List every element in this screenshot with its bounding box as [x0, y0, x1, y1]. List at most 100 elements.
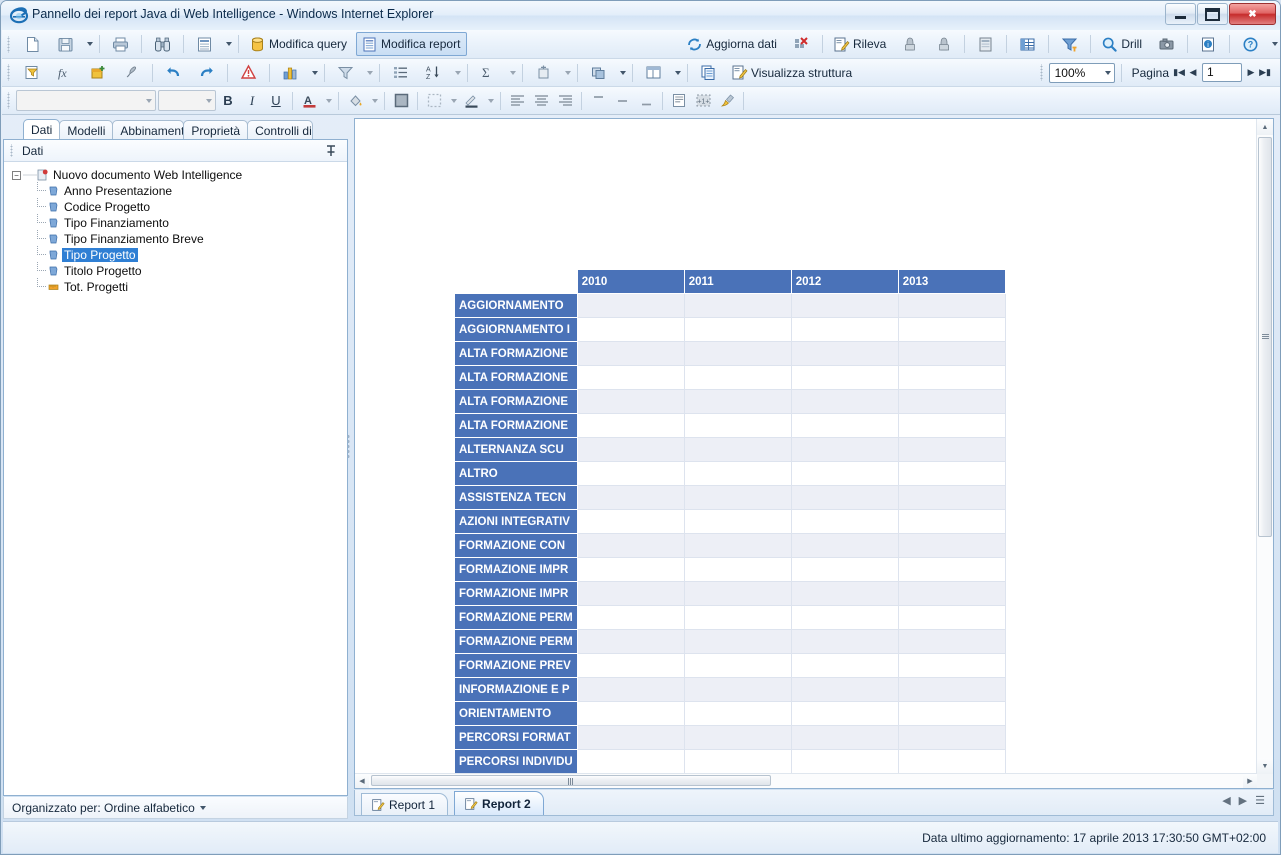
border-color-button[interactable] [460, 90, 482, 112]
report-tab-report-1[interactable]: Report 1 [361, 793, 449, 815]
clear-format-button[interactable] [716, 90, 738, 112]
tree-item-anno-presentazione[interactable]: Anno Presentazione [12, 182, 347, 199]
next-page-button[interactable]: ▶ [1244, 63, 1258, 83]
table-row[interactable]: AGGIORNAMENTO I [454, 317, 1006, 342]
format-painter-button[interactable] [116, 61, 147, 85]
tree-item-tot-progetti[interactable]: Tot. Progetti [12, 278, 347, 295]
toolbar-grip[interactable] [6, 64, 13, 81]
fill-color-dropdown-button[interactable] [367, 90, 380, 112]
table-cell[interactable] [576, 749, 685, 774]
table-cell[interactable] [790, 677, 899, 702]
page-layout-button[interactable] [638, 61, 669, 85]
table-cell[interactable] [683, 389, 792, 414]
row-header-cell[interactable]: AGGIORNAMENTO I [454, 317, 578, 342]
font-color-button[interactable]: A [298, 90, 320, 112]
zoom-select[interactable]: 100% [1048, 62, 1115, 83]
table-row[interactable]: ORIENTAMENTO [454, 701, 1006, 726]
insert-cell-dropdown-button[interactable] [560, 62, 573, 84]
table-row[interactable]: ALTA FORMAZIONE [454, 365, 1006, 390]
tab-abbinamento[interactable]: Abbinamento [112, 120, 185, 140]
row-header-cell[interactable]: FORMAZIONE PREV [454, 653, 578, 678]
table-cell[interactable] [897, 341, 1006, 366]
table-cell[interactable] [897, 413, 1006, 438]
refresh-data-button[interactable]: Aggiorna dati [681, 32, 784, 56]
panel-splitter[interactable] [345, 116, 353, 816]
arrange-dropdown-button[interactable] [615, 62, 628, 84]
tab-proprieta[interactable]: Proprietà [183, 120, 249, 140]
column-header-2011[interactable]: 2011 [683, 269, 792, 294]
filter-bar-button[interactable] [1054, 32, 1085, 56]
table-cell[interactable] [576, 485, 685, 510]
table-cell[interactable] [576, 629, 685, 654]
scroll-down-button[interactable]: ▼ [1257, 758, 1273, 774]
table-row[interactable]: FORMAZIONE PREV [454, 653, 1006, 678]
table-cell[interactable] [897, 389, 1006, 414]
prev-page-button[interactable]: ◀ [1186, 63, 1200, 83]
sum-button[interactable]: Σ [473, 61, 504, 85]
tree-item-codice-progetto[interactable]: Codice Progetto [12, 198, 347, 215]
filter-dropdown-button[interactable] [362, 62, 375, 84]
table-cell[interactable] [790, 365, 899, 390]
tab-modelli[interactable]: Modelli [59, 120, 114, 140]
column-header-2013[interactable]: 2013 [897, 269, 1006, 294]
table-row[interactable]: PERCORSI INDIVIDU [454, 749, 1006, 774]
table-cell[interactable] [897, 461, 1006, 486]
underline-button[interactable]: U [265, 90, 287, 112]
align-top-button[interactable] [587, 90, 609, 112]
tree-item-tipo-progetto[interactable]: Tipo Progetto [12, 246, 347, 263]
border-color-dropdown-button[interactable] [483, 90, 496, 112]
table-cell[interactable] [683, 653, 792, 678]
row-header-cell[interactable]: FORMAZIONE IMPR [454, 557, 578, 582]
table-cell[interactable] [576, 677, 685, 702]
undo-button[interactable] [158, 61, 189, 85]
font-family-select[interactable] [16, 90, 156, 111]
table-cell[interactable] [683, 701, 792, 726]
tab-dati[interactable]: Dati [23, 119, 61, 140]
purge-data-button[interactable] [786, 32, 817, 56]
save-dropdown-button[interactable] [82, 33, 95, 55]
toolbar-grip[interactable] [6, 35, 13, 53]
row-header-cell[interactable]: FORMAZIONE CON [454, 533, 578, 558]
filter-button[interactable] [330, 61, 361, 85]
table-row[interactable]: AGGIORNAMENTO [454, 293, 1006, 318]
table-row[interactable]: FORMAZIONE PERM [454, 605, 1006, 630]
table-cell[interactable] [790, 509, 899, 534]
first-page-button[interactable]: ▮◀ [1172, 63, 1186, 83]
border-button[interactable] [390, 90, 412, 112]
table-row[interactable]: ALTA FORMAZIONE [454, 389, 1006, 414]
table-cell[interactable] [683, 485, 792, 510]
table-cell[interactable] [790, 629, 899, 654]
row-header-cell[interactable]: ALTERNANZA SCU [454, 437, 578, 462]
redo-button[interactable] [191, 61, 222, 85]
table-cell[interactable] [576, 365, 685, 390]
row-header-cell[interactable]: ALTA FORMAZIONE [454, 365, 578, 390]
table-cell[interactable] [683, 341, 792, 366]
table-corner-cell[interactable] [454, 269, 578, 294]
page-layout-dropdown-button[interactable] [670, 62, 683, 84]
print-button[interactable] [105, 32, 136, 56]
align-right-button[interactable] [554, 90, 576, 112]
table-cell[interactable] [576, 341, 685, 366]
font-color-dropdown-button[interactable] [321, 90, 334, 112]
redo-change-button[interactable] [928, 32, 959, 56]
align-bottom-button[interactable] [635, 90, 657, 112]
horizontal-scroll-thumb[interactable] [371, 775, 771, 786]
table-cell[interactable] [683, 557, 792, 582]
table-cell[interactable] [576, 293, 685, 318]
table-cell[interactable] [576, 533, 685, 558]
italic-button[interactable]: I [241, 90, 263, 112]
table-cell[interactable] [790, 725, 899, 750]
table-row[interactable]: ALTRO [454, 461, 1006, 486]
table-cell[interactable] [576, 581, 685, 606]
panel-grip[interactable] [9, 144, 16, 157]
border-style-dropdown-button[interactable] [446, 90, 459, 112]
report-canvas[interactable]: 2010 2011 2012 2013 AGGIORNAMENTO AGGIORNAMEN… [355, 119, 1257, 774]
track-changes-button[interactable]: Rileva [828, 32, 893, 56]
table-row[interactable]: ALTA FORMAZIONE [454, 341, 1006, 366]
table-row[interactable]: PERCORSI FORMAT [454, 725, 1006, 750]
table-cell[interactable] [790, 605, 899, 630]
toolbar-grip[interactable] [6, 92, 13, 109]
table-cell[interactable] [683, 317, 792, 342]
report-view-button[interactable] [189, 32, 220, 56]
row-header-cell[interactable]: PERCORSI FORMAT [454, 725, 578, 750]
